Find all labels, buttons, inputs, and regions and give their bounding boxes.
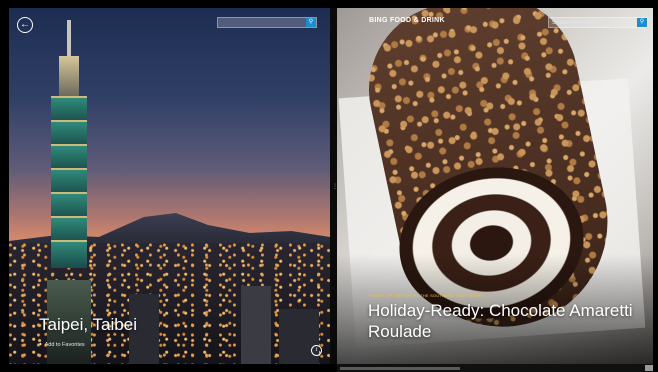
back-arrow-icon[interactable]: ←: [17, 17, 33, 33]
grip-handle-icon[interactable]: ⋮: [332, 184, 338, 196]
horizontal-scrollbar[interactable]: [337, 364, 653, 372]
scrollbar-thumb[interactable]: [340, 367, 460, 370]
building: [279, 309, 319, 364]
search-icon[interactable]: ⚲: [637, 18, 647, 27]
recipe-credit: RECIPE OF THE DAY BY THE SOUTHERN LADY C…: [369, 293, 484, 298]
add-to-favorites-link[interactable]: ✦ Add to Favorites: [38, 342, 85, 348]
search-icon[interactable]: ⚲: [306, 18, 316, 27]
add-to-favorites-label: Add to Favorites: [44, 342, 85, 348]
recipe-title[interactable]: Holiday-Ready: Chocolate Amaretti Roulad…: [368, 300, 638, 342]
city-title: Taipei, Taibei: [39, 315, 137, 334]
app-brand-title: BING FOOD & DRINK: [369, 17, 445, 24]
info-icon[interactable]: i: [311, 345, 322, 356]
travel-pane: ← ⚲ Taipei, Taibei ✦ Add to Favorites i: [9, 8, 330, 364]
travel-search-box[interactable]: ⚲: [217, 17, 317, 28]
scrollbar-end-button[interactable]: [645, 365, 653, 371]
snap-divider[interactable]: ⋮: [330, 8, 338, 364]
travel-search-input[interactable]: [218, 18, 316, 27]
food-search-input[interactable]: [549, 18, 647, 27]
pin-icon: ✦: [38, 342, 43, 348]
food-search-box[interactable]: ⚲: [548, 17, 648, 28]
building: [241, 286, 271, 364]
food-pane: BING FOOD & DRINK ⚲ RECIPE OF THE DAY BY…: [337, 8, 653, 364]
taipei-101-tower: [47, 20, 91, 364]
